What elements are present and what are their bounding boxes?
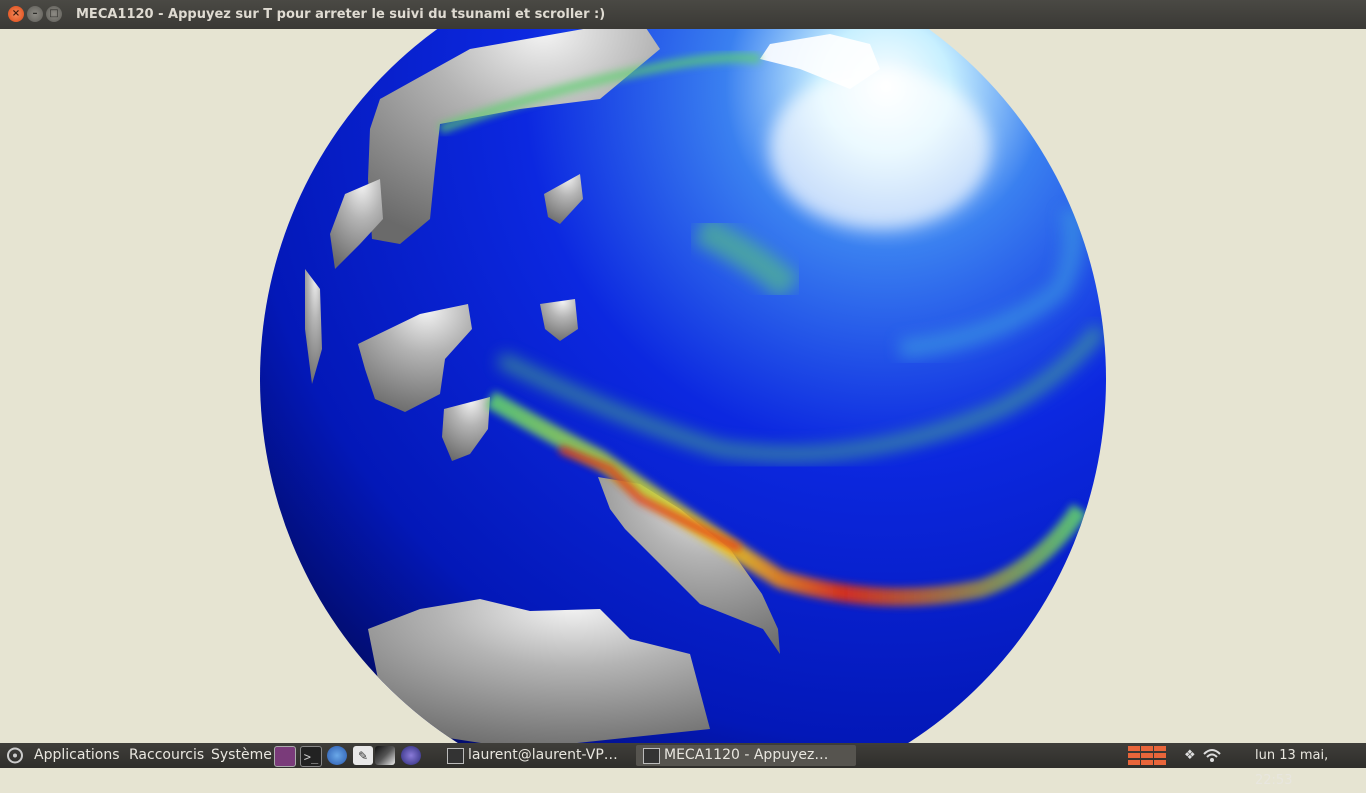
task-meca1120-label: MECA1120 - Appuyez… xyxy=(664,747,829,763)
task-terminal-label: laurent@laurent-VP… xyxy=(468,747,618,763)
menu-applications[interactable]: Applications xyxy=(34,743,120,768)
minimize-button[interactable]: – xyxy=(27,6,43,22)
eclipse-icon[interactable] xyxy=(401,746,421,765)
editor-icon[interactable]: ✎ xyxy=(353,746,373,765)
dropbox-icon[interactable]: ❖ xyxy=(1184,743,1196,768)
terminal-icon[interactable]: >_ xyxy=(300,746,322,767)
window-controls: × – □ xyxy=(8,6,62,22)
monitor-icon[interactable] xyxy=(274,746,296,767)
terminal-task-icon xyxy=(447,748,464,764)
browser-icon[interactable] xyxy=(327,746,347,765)
globe-svg xyxy=(260,29,1106,743)
window-task-icon xyxy=(643,748,660,764)
task-meca1120[interactable]: MECA1120 - Appuyez… xyxy=(636,745,856,766)
globe xyxy=(260,29,1106,743)
menu-systeme[interactable]: Système xyxy=(211,743,272,768)
clock[interactable]: lun 13 mai, 22:53 xyxy=(1255,743,1366,788)
menu-raccourcis[interactable]: Raccourcis xyxy=(129,743,204,768)
ubuntu-logo-icon[interactable] xyxy=(6,743,24,768)
image-icon[interactable] xyxy=(375,746,395,765)
close-button[interactable]: × xyxy=(8,6,24,22)
window-title: MECA1120 - Appuyez sur T pour arreter le… xyxy=(76,7,606,22)
maximize-button[interactable]: □ xyxy=(46,6,62,22)
globe-canvas[interactable] xyxy=(0,29,1366,743)
wifi-icon[interactable] xyxy=(1202,746,1222,771)
workspace-switcher-icon[interactable] xyxy=(1128,745,1168,770)
window-titlebar[interactable]: × – □ MECA1120 - Appuyez sur T pour arre… xyxy=(0,0,1366,29)
specular-highlight xyxy=(770,69,990,229)
bottom-panel: Applications Raccourcis Système >_ ✎ lau… xyxy=(0,743,1366,788)
task-terminal[interactable]: laurent@laurent-VP… xyxy=(440,745,658,766)
